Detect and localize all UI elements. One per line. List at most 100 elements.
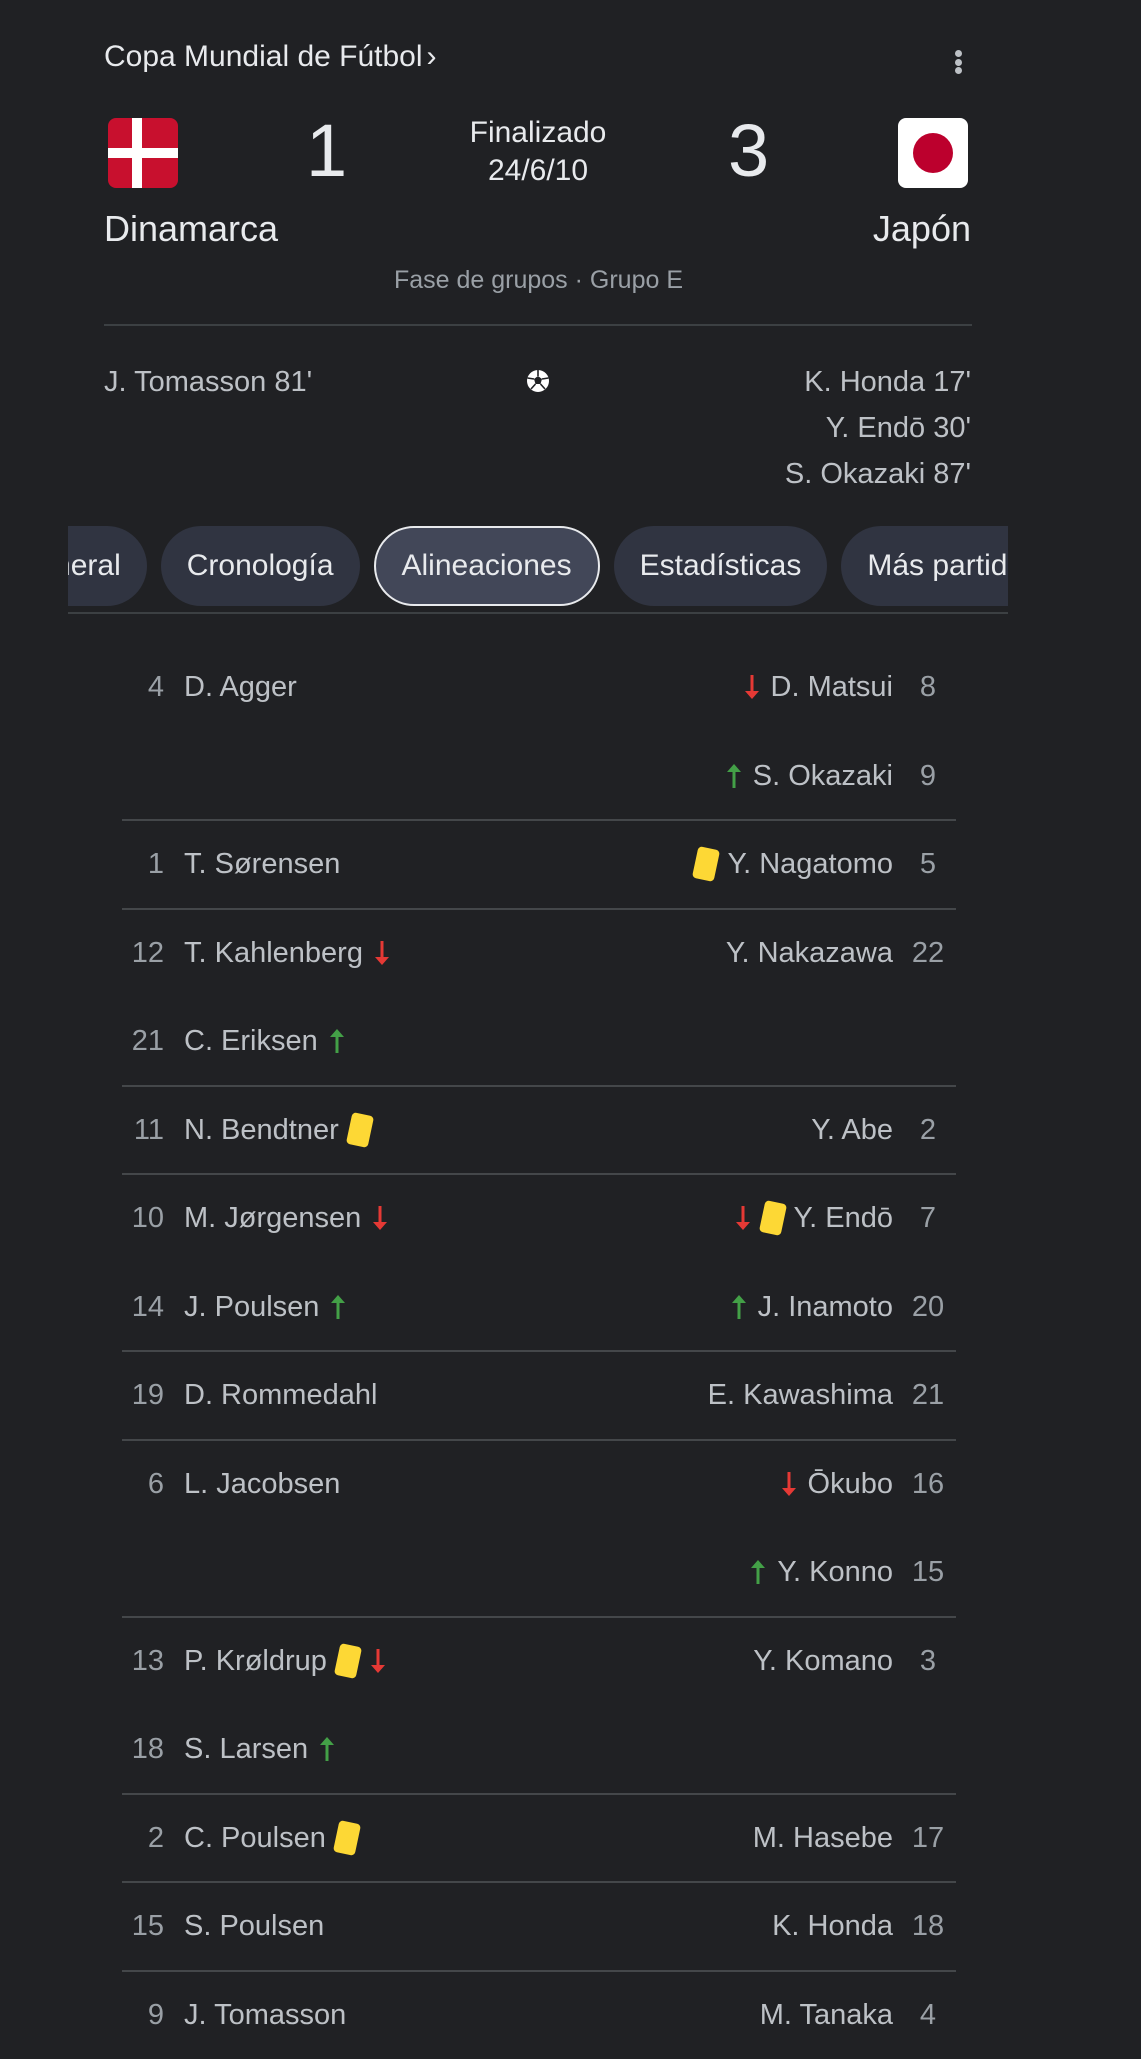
- home-player-number: 13: [131, 1644, 164, 1677]
- tab-estadisticas[interactable]: Estadísticas: [613, 526, 828, 606]
- away-player[interactable]: Y. Konno: [749, 1528, 893, 1616]
- away-player-number: 8: [919, 671, 937, 703]
- arrow-down-icon: [744, 675, 759, 699]
- soccer-ball-icon: [527, 370, 549, 392]
- away-player[interactable]: E. Kawashima: [708, 1351, 893, 1439]
- away-team-name[interactable]: Japón: [873, 208, 971, 250]
- home-player[interactable]: T. Sørensen: [184, 820, 340, 908]
- arrow-up-icon: [329, 1029, 344, 1053]
- yellow-card-icon: [345, 1111, 374, 1148]
- away-player[interactable]: Y. Nagatomo: [692, 820, 893, 908]
- tab-cronologia[interactable]: Cronología: [160, 526, 360, 606]
- home-player-name: S. Poulsen: [184, 1910, 325, 1942]
- away-player-name: Ōkubo: [807, 1467, 893, 1500]
- home-player-name: C. Eriksen: [184, 1025, 318, 1057]
- home-player[interactable]: C. Eriksen: [184, 997, 346, 1085]
- away-player-name: J. Inamoto: [757, 1290, 893, 1323]
- away-player[interactable]: Y. Abe: [811, 1086, 893, 1174]
- home-player[interactable]: P. Krøldrup: [184, 1617, 387, 1705]
- away-player-number: 9: [919, 759, 937, 792]
- tab-alineaciones[interactable]: Alineaciones: [373, 526, 600, 606]
- away-player[interactable]: K. Honda: [772, 1882, 893, 1970]
- away-player[interactable]: Y. Komano: [753, 1617, 893, 1705]
- away-player-name: Y. Endō: [793, 1202, 893, 1234]
- home-player[interactable]: J. Poulsen: [184, 1263, 347, 1351]
- home-player[interactable]: N. Bendtner: [184, 1086, 374, 1174]
- status-text: Finalizado: [469, 116, 607, 149]
- lineup-row: 10 M. Jørgensen Y. Endō 7: [0, 1174, 1141, 1262]
- home-team-name[interactable]: Dinamarca: [104, 208, 278, 250]
- home-player-number: 19: [131, 1379, 164, 1411]
- away-player[interactable]: Y. Nakazawa: [726, 909, 893, 997]
- home-score: 1: [306, 109, 348, 192]
- japan-flag-icon: [898, 118, 968, 188]
- home-player-number: 9: [147, 1998, 164, 2031]
- match-status: Finalizado 24/6/10: [438, 114, 638, 190]
- away-player-number: 3: [919, 1644, 937, 1677]
- tab-general[interactable]: General: [68, 526, 147, 606]
- away-player-name: M. Tanaka: [759, 1998, 893, 2031]
- away-player[interactable]: M. Hasebe: [753, 1794, 893, 1882]
- home-player-number: 2: [147, 1821, 164, 1854]
- home-player-name: P. Krøldrup: [184, 1644, 327, 1677]
- away-player[interactable]: J. Inamoto: [730, 1263, 893, 1351]
- home-player[interactable]: D. Rommedahl: [184, 1351, 377, 1439]
- more-options-button[interactable]: [940, 42, 976, 82]
- home-player[interactable]: M. Jørgensen: [184, 1174, 389, 1262]
- lineup-row: S. Okazaki 9: [0, 732, 1141, 820]
- home-player-name: J. Poulsen: [184, 1290, 320, 1323]
- away-player[interactable]: S. Okazaki: [725, 732, 893, 820]
- home-player-number: 21: [131, 1025, 164, 1057]
- away-player-number: 5: [919, 848, 937, 880]
- away-player-name: K. Honda: [772, 1910, 893, 1942]
- home-player[interactable]: J. Tomasson: [184, 1971, 346, 2059]
- home-player[interactable]: S. Poulsen: [184, 1882, 324, 1970]
- home-player-name: J. Tomasson: [184, 1998, 347, 2031]
- away-player-name: S. Okazaki: [752, 759, 893, 792]
- away-player[interactable]: Ōkubo: [780, 1440, 893, 1528]
- home-player-name: D. Agger: [184, 671, 297, 703]
- home-player-number: 15: [131, 1910, 164, 1942]
- away-player-name: E. Kawashima: [707, 1379, 893, 1411]
- away-player-name: Y. Nakazawa: [725, 936, 893, 969]
- away-player-name: Y. Konno: [777, 1556, 893, 1588]
- lineup-row: Y. Konno 15: [0, 1528, 1141, 1616]
- arrow-down-icon: [374, 940, 389, 965]
- yellow-card-icon: [332, 1819, 361, 1856]
- home-player[interactable]: D. Agger: [184, 643, 297, 731]
- home-player[interactable]: L. Jacobsen: [184, 1440, 340, 1528]
- away-player-number: 18: [911, 1910, 945, 1942]
- arrow-up-icon: [751, 1560, 766, 1584]
- home-player-number: 12: [131, 936, 164, 969]
- tab-mas-partidos[interactable]: Más partidos: [841, 526, 1008, 606]
- arrow-down-icon: [781, 1471, 796, 1496]
- away-player[interactable]: M. Tanaka: [760, 1971, 893, 2059]
- away-player-name: D. Matsui: [770, 671, 893, 703]
- competition-link[interactable]: Copa Mundial de Fútbol ›: [104, 40, 437, 74]
- home-player[interactable]: S. Larsen: [184, 1705, 336, 1793]
- home-player-name: M. Jørgensen: [184, 1202, 362, 1234]
- away-player-number: 17: [911, 1821, 945, 1854]
- away-player-number: 21: [911, 1379, 945, 1411]
- away-player-number: 4: [919, 1998, 937, 2031]
- away-player[interactable]: Y. Endō: [734, 1174, 893, 1262]
- home-player-name: N. Bendtner: [184, 1113, 339, 1146]
- home-player[interactable]: C. Poulsen: [184, 1794, 361, 1882]
- away-player-name: Y. Komano: [753, 1644, 893, 1677]
- lineup-row: 15 S. Poulsen K. Honda 18: [0, 1882, 1141, 1970]
- arrow-down-icon: [370, 1648, 385, 1673]
- away-player-number: 16: [911, 1467, 945, 1500]
- more-vert-icon: [954, 50, 962, 57]
- chevron-right-icon: ›: [426, 40, 437, 73]
- yellow-card-icon: [692, 846, 721, 882]
- away-player[interactable]: D. Matsui: [743, 643, 893, 731]
- home-player-number: 11: [133, 1113, 164, 1146]
- arrow-down-icon: [735, 1206, 750, 1230]
- lineup-row: 1 T. Sørensen Y. Nagatomo 5: [0, 820, 1141, 908]
- lineup-row: 19 D. Rommedahl E. Kawashima 21: [0, 1351, 1141, 1439]
- tab-bar: General Cronología Alineaciones Estadíst…: [68, 526, 1008, 606]
- home-player[interactable]: T. Kahlenberg: [184, 909, 391, 997]
- home-player-number: 18: [131, 1733, 164, 1765]
- yellow-card-icon: [758, 1200, 787, 1236]
- arrow-up-icon: [320, 1737, 335, 1761]
